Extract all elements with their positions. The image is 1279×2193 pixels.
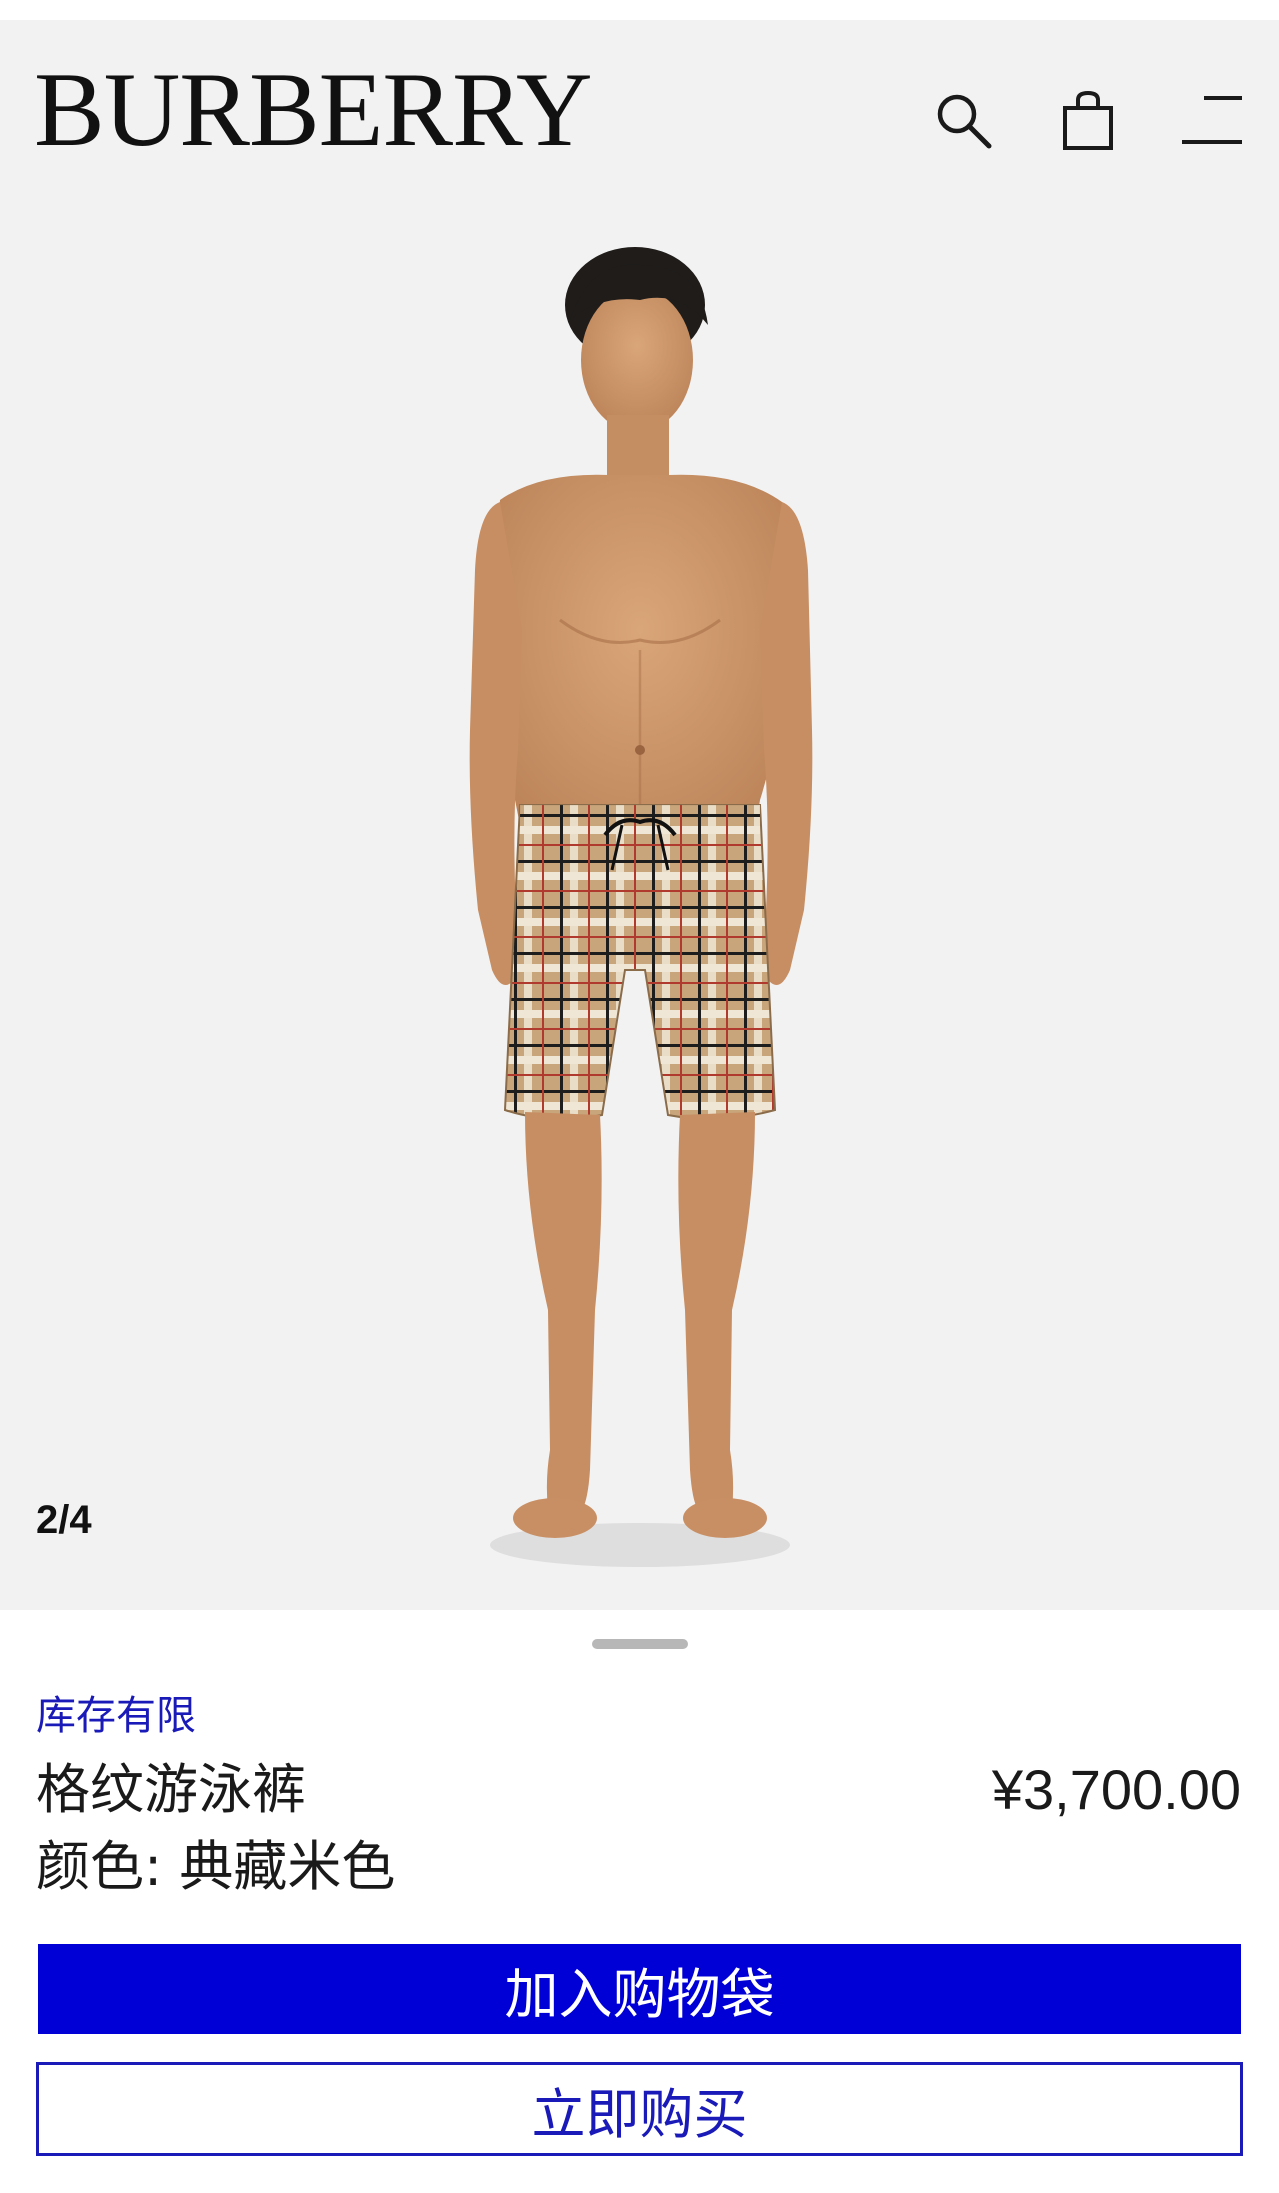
search-icon <box>937 94 992 149</box>
top-strip <box>0 0 1279 20</box>
product-info-sheet: 库存有限 格纹游泳裤 ¥3,700.00 颜色: 典藏米色 加入购物袋 立即购买 <box>0 1610 1279 2193</box>
shopping-bag-button[interactable] <box>1048 70 1128 170</box>
brand-logo[interactable]: BURBERRY <box>34 50 593 170</box>
product-image-gallery[interactable]: 2/4 <box>0 210 1279 1610</box>
buy-now-button[interactable]: 立即购买 <box>36 2062 1243 2156</box>
product-price: ¥3,700.00 <box>991 1758 1241 1821</box>
shopping-bag-icon <box>1063 90 1113 150</box>
product-color[interactable]: 颜色: 典藏米色 <box>36 1832 395 1902</box>
add-to-bag-button[interactable]: 加入购物袋 <box>38 1944 1241 2034</box>
stock-status: 库存有限 <box>36 1693 196 1739</box>
menu-button[interactable] <box>1172 70 1252 170</box>
menu-icon <box>1182 96 1242 144</box>
product-image <box>469 247 813 1567</box>
site-header: BURBERRY <box>0 20 1279 210</box>
sheet-drag-handle[interactable] <box>592 1639 688 1649</box>
image-counter: 2/4 <box>36 1498 92 1542</box>
product-page: BURBERRY 2/4 库存有限 格纹游泳裤 ¥3,700.00 颜色: 典藏… <box>0 0 1279 2193</box>
product-name: 格纹游泳裤 <box>36 1758 306 1821</box>
search-button[interactable] <box>923 70 1003 170</box>
